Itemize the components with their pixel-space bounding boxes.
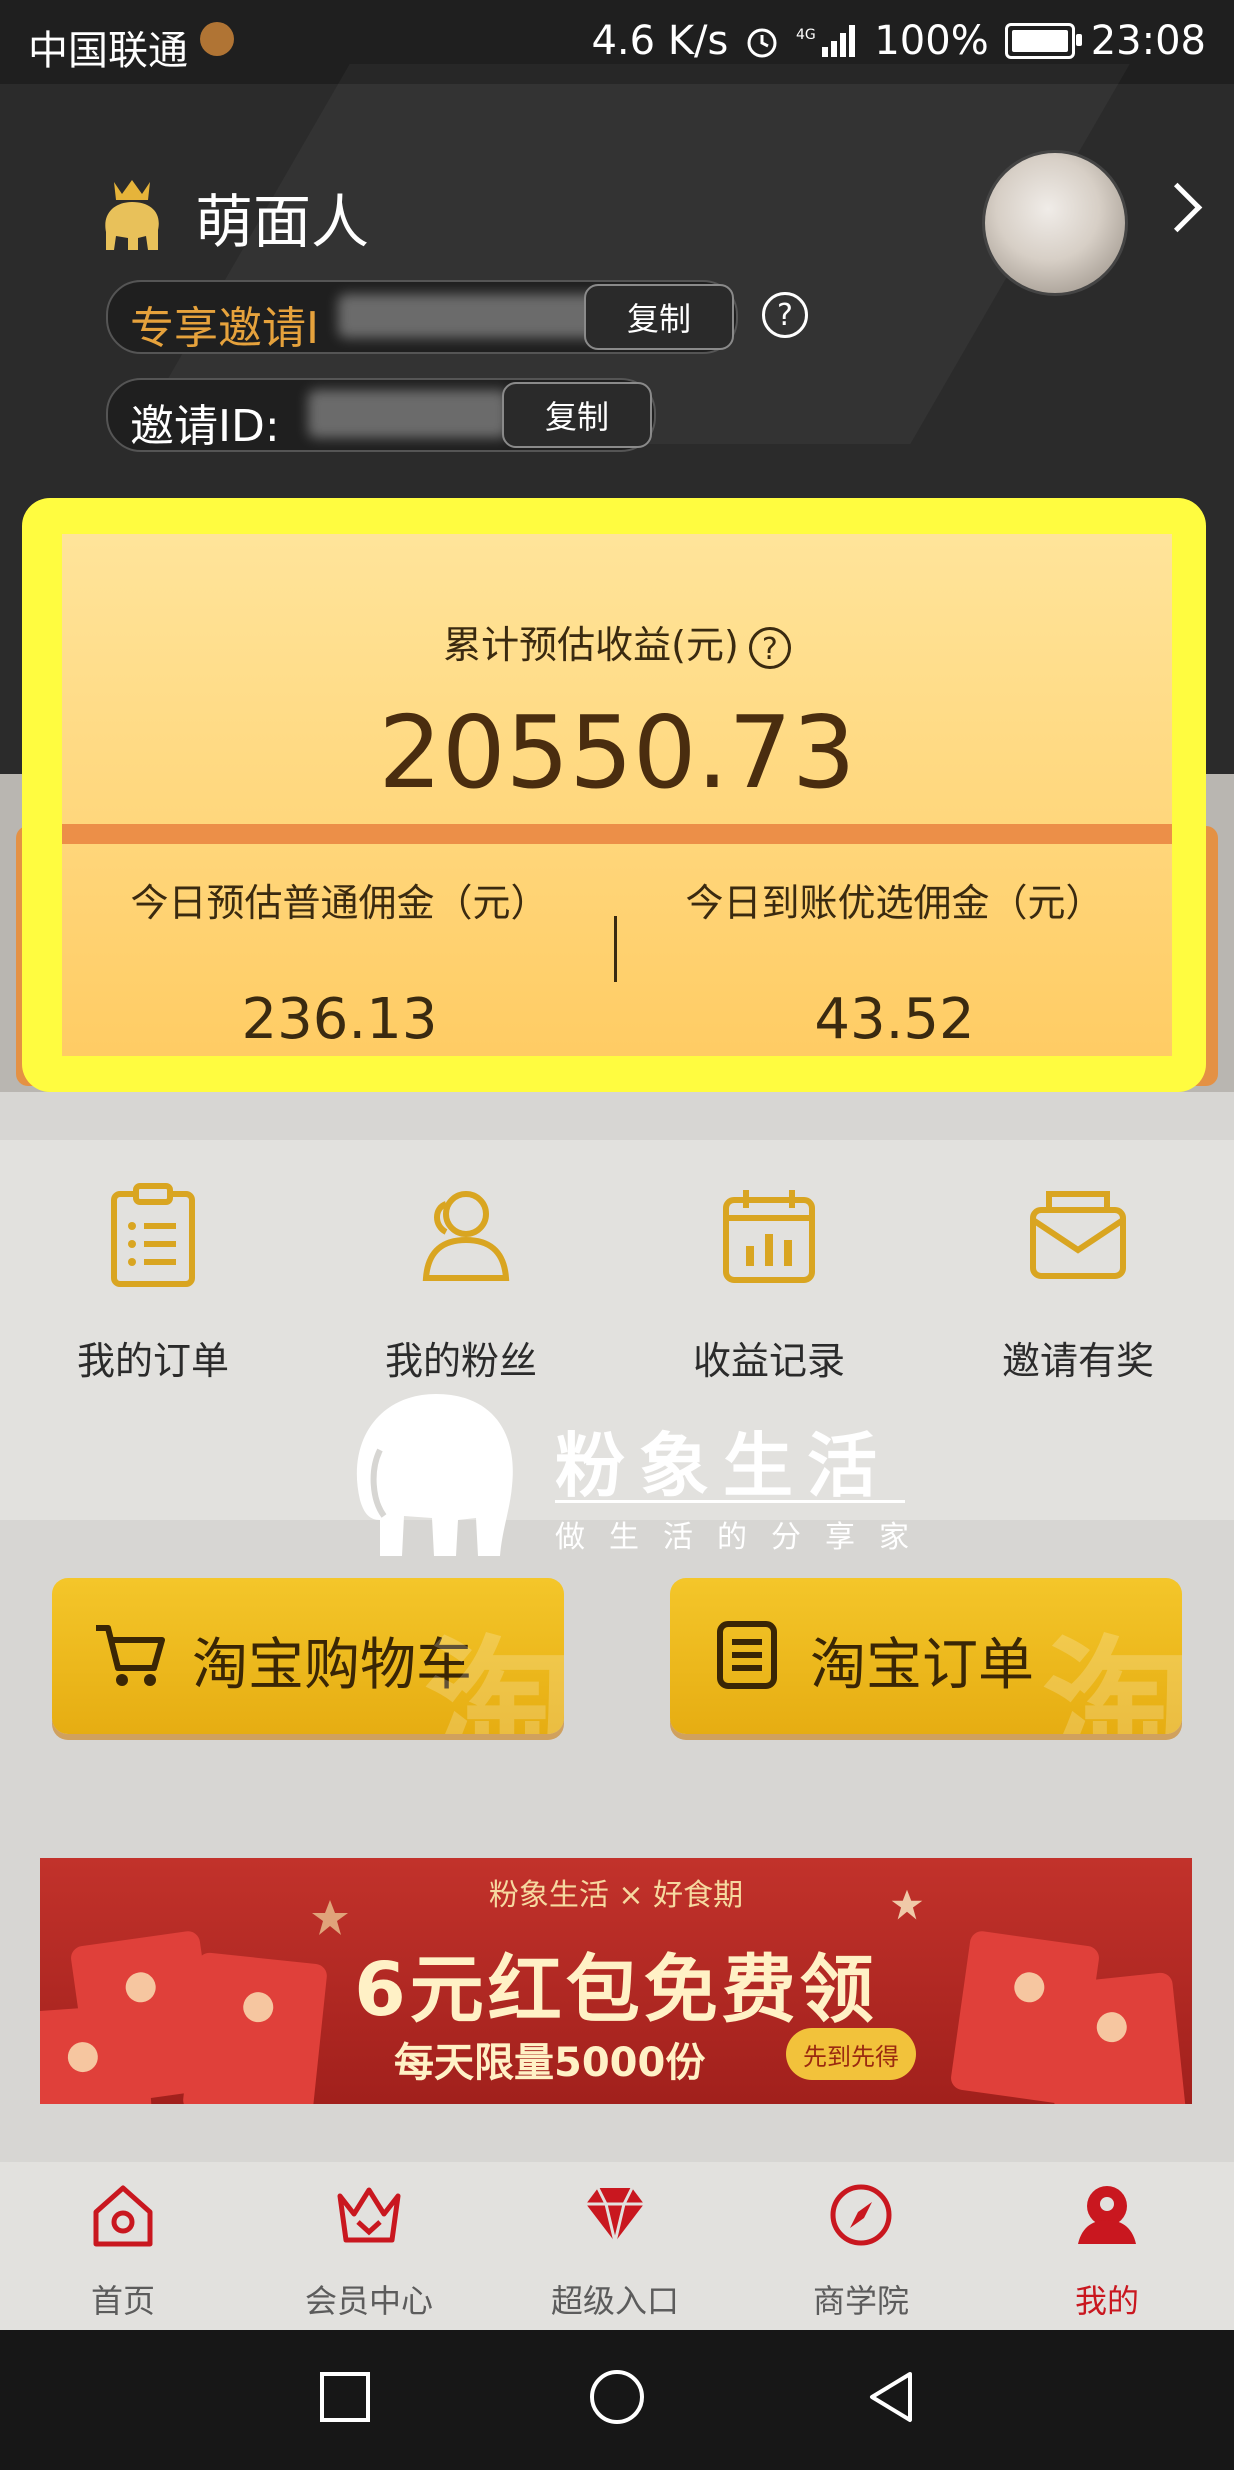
promo-banner[interactable]: 粉象生活 × 好食期 6元红包免费领 每天限量5000份 先到先得 (40, 1858, 1192, 2104)
grid-item-label: 我的粉丝 (384, 1339, 537, 1383)
banner-headline: 6元红包免费领 (354, 1947, 878, 2033)
signal-icon: 4G (796, 25, 856, 57)
tab-label: 商学院 (812, 2282, 909, 2320)
elephant-crown-icon (105, 180, 159, 250)
total-earnings: 20550.73 (378, 694, 856, 811)
copy-exclusive-invite-button[interactable]: 复制 (584, 284, 734, 350)
compass-icon (830, 2184, 892, 2246)
clock: 23:08 (1090, 18, 1206, 64)
status-right: 4.6 K/s 4G 100% 23:08 (591, 18, 1206, 64)
today-selected-commission-value: 43.52 (814, 987, 975, 1052)
tab-label: 超级入口 (550, 2282, 679, 2320)
taobao-cart-button[interactable]: 淘宝购物车 淘 (52, 1578, 564, 1734)
taobao-orders-label: 淘宝订单 (810, 1633, 1034, 1698)
cart-icon (96, 1625, 165, 1686)
button-watermark-char: 淘 (1041, 1623, 1182, 1734)
grid-item-label: 邀请有奖 (1001, 1339, 1154, 1383)
elephant-logo-icon (356, 1394, 513, 1556)
exclusive-invite-row: 专享邀请I 复制 (106, 280, 738, 354)
brand-slogan: 做生活的分享家 (555, 1520, 933, 1555)
tab-label: 会员中心 (304, 2282, 433, 2320)
calendar-chart-icon (723, 1190, 815, 1283)
alarm-icon (747, 28, 777, 58)
banner-brands: 粉象生活 × 好食期 (488, 1878, 744, 1913)
star-icon (891, 1889, 923, 1920)
fans-icon (422, 1191, 510, 1281)
grid-item-invite-reward[interactable]: 邀请有奖 (928, 1180, 1228, 1385)
svg-text:4G: 4G (796, 27, 816, 43)
clipboard-icon (111, 1183, 195, 1287)
tab-label: 首页 (90, 2282, 155, 2320)
battery-percent: 100% (874, 18, 989, 64)
brand-watermark: 粉象生活 做生活的分享家 (340, 1390, 940, 1560)
tab-home[interactable]: 首页 (0, 2180, 246, 2322)
today-selected-commission-label: 今日到账优选佣金（元） (685, 881, 1104, 925)
card-stripe (62, 824, 1172, 844)
profile-icon (1078, 2186, 1136, 2244)
tab-super-entry[interactable]: 超级入口 (492, 2180, 738, 2322)
brand-underline (555, 1500, 905, 1503)
tab-mine[interactable]: 我的 (984, 2180, 1230, 2322)
today-normal-commission-label: 今日预估普通佣金（元） (130, 881, 549, 925)
avatar[interactable] (982, 150, 1128, 296)
diamond-icon (586, 2187, 644, 2243)
exclusive-invite-label: 专享邀请I (130, 303, 319, 354)
earnings-title-text: 累计预估收益(元) (443, 623, 739, 667)
today-selected-commission: 今日到账优选佣金（元） 43.52 (617, 844, 1172, 1052)
system-nav-bar (0, 2330, 1234, 2470)
recent-apps-icon[interactable] (318, 2370, 372, 2424)
button-watermark-char: 淘 (423, 1623, 564, 1734)
grid-item-label: 收益记录 (692, 1339, 845, 1383)
banner-subline: 每天限量5000份 (394, 2040, 706, 2086)
home-nav-icon[interactable] (588, 2368, 646, 2426)
banner-badge: 先到先得 (786, 2028, 916, 2080)
tab-member-center[interactable]: 会员中心 (246, 2180, 492, 2322)
username: 萌面人 (195, 188, 370, 256)
tab-label: 我的 (1074, 2282, 1139, 2320)
home-icon (93, 2185, 153, 2247)
grid-item-earnings-record[interactable]: 收益记录 (619, 1180, 919, 1385)
earnings-card[interactable]: 累计预估收益(元)? 20550.73 今日预估普通佣金（元） 236.13 今… (62, 534, 1172, 1056)
order-list-icon (717, 1621, 777, 1689)
brand-name: 粉象生活 (555, 1425, 891, 1507)
carrier-avatar-icon (200, 22, 234, 56)
grid-item-fans[interactable]: 我的粉丝 (311, 1180, 611, 1385)
envelope-icon (1030, 1191, 1126, 1279)
tab-business-school[interactable]: 商学院 (738, 2180, 984, 2322)
question-icon[interactable]: ? (748, 626, 791, 669)
taobao-orders-button[interactable]: 淘宝订单 淘 (670, 1578, 1182, 1734)
blurred-invite-id (308, 390, 508, 438)
crown-icon (337, 2187, 401, 2243)
carrier-name: 中国联通 (28, 28, 188, 74)
invite-id-row: 邀请ID: 复制 (106, 378, 656, 452)
today-normal-commission-value: 236.13 (241, 987, 438, 1052)
copy-invite-id-button[interactable]: 复制 (502, 382, 652, 448)
help-icon[interactable]: ? (762, 292, 808, 338)
grid-item-label: 我的订单 (76, 1339, 229, 1383)
grid-item-orders[interactable]: 我的订单 (3, 1180, 303, 1385)
back-icon[interactable] (864, 2370, 918, 2424)
network-speed: 4.6 K/s (591, 18, 729, 64)
earnings-title: 累计预估收益(元)? (62, 614, 1172, 669)
invite-id-label: 邀请ID: (130, 401, 280, 452)
today-normal-commission: 今日预估普通佣金（元） 236.13 (62, 844, 617, 1052)
battery-icon (1004, 23, 1082, 59)
